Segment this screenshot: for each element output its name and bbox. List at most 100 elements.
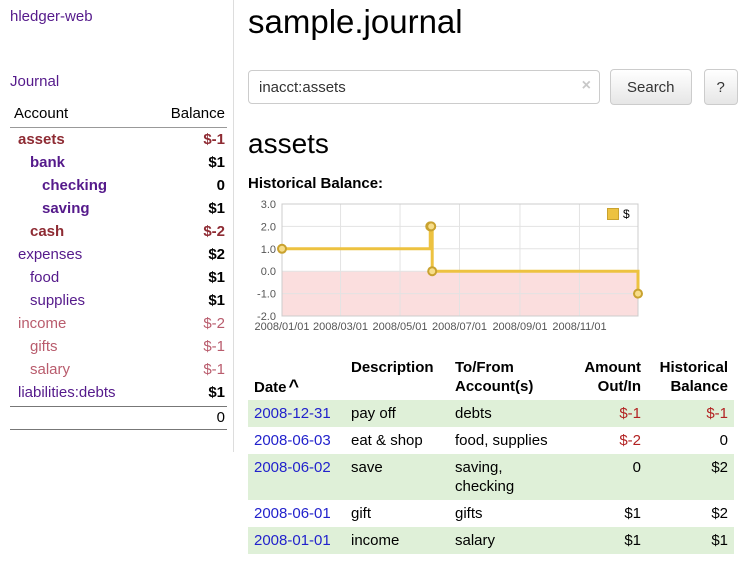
transaction-accounts: debts [449,400,565,427]
svg-text:2008/11/01: 2008/11/01 [552,321,606,333]
account-link-cash[interactable]: cash [30,220,64,243]
svg-text:2008/05/01: 2008/05/01 [372,321,427,333]
transaction-description: save [345,454,449,500]
table-row: 2008-06-03 eat & shop food, supplies $-2… [248,427,734,454]
chart-legend: $ [604,206,633,222]
svg-text:2.0: 2.0 [261,221,276,233]
account-balance: $-1 [203,128,225,151]
accounts-header-account: Account [14,105,68,123]
transaction-date-link[interactable]: 2008-06-03 [254,432,331,449]
balance-chart: 3.02.01.00.0-1.0-2.02008/01/012008/03/01… [248,199,648,339]
account-link-income[interactable]: income [18,312,66,335]
sidebar-item-journal[interactable]: Journal [10,73,227,91]
sidebar-account-row: bank $1 [10,151,227,174]
transaction-amount: $-1 [565,400,647,427]
help-button[interactable]: ? [704,69,738,105]
transaction-description: pay off [345,400,449,427]
sort-ascending-icon: ^ [289,376,300,396]
transaction-balance: $-1 [647,400,734,427]
account-balance: $-1 [203,335,225,358]
accounts-tree: assets $-1 bank $1 checking 0 saving $1 … [10,128,227,404]
page-title: sample.journal [248,2,734,42]
header-balance: Historical Balance [647,355,734,400]
sidebar-account-row: checking 0 [10,174,227,197]
sidebar-account-row: income $-2 [10,312,227,335]
account-link-liabilities-debts[interactable]: liabilities:debts [18,381,116,404]
transaction-amount: $1 [565,527,647,554]
transaction-amount: $1 [565,500,647,527]
svg-text:2008/03/01: 2008/03/01 [313,321,368,333]
svg-text:-1.0: -1.0 [257,289,276,301]
table-row: 2008-06-02 save saving, checking 0 $2 [248,454,734,500]
account-link-bank[interactable]: bank [30,151,65,174]
transaction-balance: $2 [647,454,734,500]
clear-search-icon[interactable]: × [582,77,591,95]
transaction-amount: 0 [565,454,647,500]
transaction-description: gift [345,500,449,527]
sidebar-total-balance: 0 [217,407,225,429]
sidebar-account-row: salary $-1 [10,358,227,381]
sidebar-account-row: food $1 [10,266,227,289]
transaction-accounts: salary [449,527,565,554]
account-heading: assets [248,128,734,160]
header-date[interactable]: Date^ [248,355,345,400]
transaction-date-link[interactable]: 2008-12-31 [254,405,331,422]
account-link-salary[interactable]: salary [30,358,70,381]
header-description: Description [345,355,449,400]
account-link-assets[interactable]: assets [18,128,65,151]
account-balance: $-1 [203,358,225,381]
account-link-supplies[interactable]: supplies [30,289,85,312]
search-bar: × Search ? [248,69,734,105]
account-balance: $1 [208,266,225,289]
account-link-expenses[interactable]: expenses [18,243,82,266]
svg-text:2008/07/01: 2008/07/01 [432,321,487,333]
account-link-saving[interactable]: saving [42,197,90,220]
app-title-link[interactable]: hledger-web [10,8,227,26]
transaction-balance: 0 [647,427,734,454]
svg-text:1.0: 1.0 [261,244,276,256]
account-balance: $2 [208,243,225,266]
transaction-accounts: saving, checking [449,454,565,500]
header-amount: Amount Out/In [565,355,647,400]
legend-series-swatch [607,208,619,220]
account-balance: $1 [208,381,225,404]
account-link-food[interactable]: food [30,266,59,289]
sidebar-account-row: expenses $2 [10,243,227,266]
search-button[interactable]: Search [610,69,692,105]
account-balance: $1 [208,151,225,174]
table-row: 2008-12-31 pay off debts $-1 $-1 [248,400,734,427]
sidebar-account-row: gifts $-1 [10,335,227,358]
svg-text:0.0: 0.0 [261,266,276,278]
account-balance: $-2 [203,220,225,243]
sidebar-account-row: liabilities:debts $1 [10,381,227,404]
transaction-description: eat & shop [345,427,449,454]
table-row: 2008-06-01 gift gifts $1 $2 [248,500,734,527]
svg-text:2008/09/01: 2008/09/01 [492,321,547,333]
sidebar-account-row: supplies $1 [10,289,227,312]
account-balance: $-2 [203,312,225,335]
table-row: 2008-01-01 income salary $1 $1 [248,527,734,554]
sidebar-account-row: assets $-1 [10,128,227,151]
transaction-date-link[interactable]: 2008-06-01 [254,505,331,522]
sidebar-total-row: 0 [10,406,227,430]
account-link-checking[interactable]: checking [42,174,107,197]
transaction-amount: $-2 [565,427,647,454]
account-link-gifts[interactable]: gifts [30,335,58,358]
legend-series-label: $ [623,207,630,221]
sidebar-account-row: saving $1 [10,197,227,220]
transaction-accounts: food, supplies [449,427,565,454]
balance-chart-svg: 3.02.01.00.0-1.0-2.02008/01/012008/03/01… [248,199,648,339]
sidebar: hledger-web Journal Account Balance asse… [0,0,233,430]
account-balance: $1 [208,289,225,312]
sidebar-account-row: cash $-2 [10,220,227,243]
transaction-accounts: gifts [449,500,565,527]
search-input-wrapper: × [248,70,600,104]
search-input[interactable] [248,70,600,104]
transaction-date-link[interactable]: 2008-06-02 [254,459,331,476]
transaction-balance: $1 [647,527,734,554]
accounts-table-header: Account Balance [10,105,227,128]
svg-text:2008/01/01: 2008/01/01 [254,321,309,333]
transaction-date-link[interactable]: 2008-01-01 [254,532,331,549]
header-date-label: Date [254,379,287,396]
transaction-description: income [345,527,449,554]
